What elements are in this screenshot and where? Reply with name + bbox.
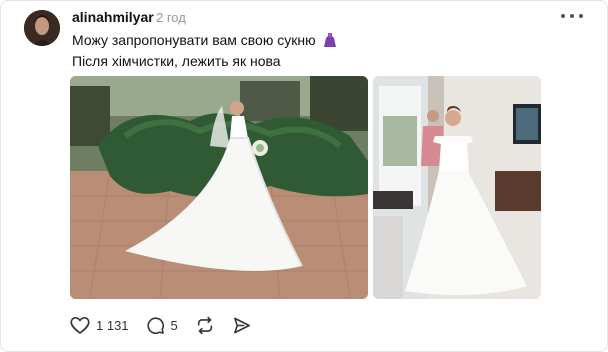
- action-bar: 1 131 5: [70, 316, 269, 335]
- more-options-icon[interactable]: [561, 8, 583, 24]
- share-button[interactable]: [232, 316, 252, 335]
- wedding-photo-indoor[interactable]: [373, 76, 541, 299]
- thread-post: alinahmilyar 2 год Можу запропонувати ва…: [0, 0, 608, 352]
- like-button[interactable]: 1 131: [70, 316, 129, 335]
- heart-icon: [70, 317, 90, 334]
- repost-button[interactable]: [195, 316, 215, 335]
- username[interactable]: alinahmilyar: [72, 9, 154, 25]
- post-text-line-2: Після хімчистки, лежить як нова: [72, 53, 281, 69]
- comment-icon: [146, 317, 164, 334]
- reply-count: 5: [170, 318, 178, 333]
- dress-emoji-icon: [323, 32, 337, 51]
- post-text: Можу запропонувати вам свою сукню: [72, 32, 316, 49]
- post-timestamp: 2 год: [156, 10, 186, 25]
- wedding-photo-outdoor[interactable]: [70, 76, 368, 299]
- reply-button[interactable]: 5: [146, 316, 178, 335]
- send-icon: [233, 317, 250, 334]
- like-count: 1 131: [96, 318, 129, 333]
- avatar[interactable]: [24, 10, 60, 46]
- repost-icon: [197, 316, 212, 335]
- post-text-line-1: Можу запропонувати вам свою сукню: [72, 32, 337, 51]
